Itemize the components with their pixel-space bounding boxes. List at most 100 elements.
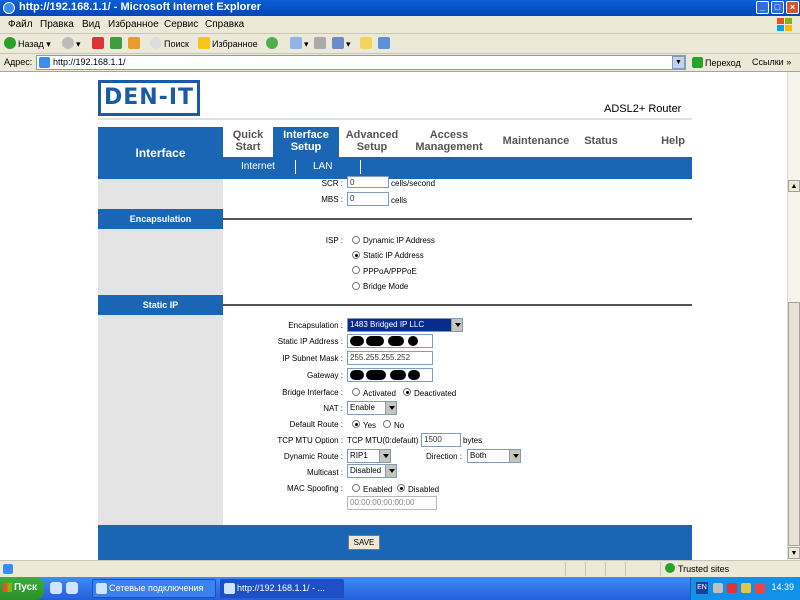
print-button[interactable]	[314, 37, 328, 51]
default-route-no-label: No	[394, 421, 405, 430]
ie-icon	[224, 583, 235, 594]
links-button[interactable]: Ссылки »	[752, 57, 791, 67]
isp-bridge-label: Bridge Mode	[363, 282, 409, 291]
tab-interface-setup[interactable]: Interface Setup	[273, 127, 339, 157]
isp-label: ISP :	[325, 236, 343, 245]
mail-button[interactable]: ▾	[290, 37, 309, 51]
page-viewport: DEN-IT ADSL2+ Router Interface Quick Star…	[0, 72, 787, 560]
back-button[interactable]: Назад ▾	[4, 37, 51, 51]
stop-icon	[92, 37, 104, 49]
tcp-mtu-input[interactable]: 1500	[421, 433, 461, 447]
trusted-sites-icon	[665, 563, 675, 573]
edit-button[interactable]: ▾	[332, 37, 351, 51]
dynamic-route-select[interactable]: RIP1	[347, 449, 391, 463]
scroll-thumb[interactable]	[788, 302, 800, 546]
go-button[interactable]: Переход	[692, 57, 741, 68]
subnet-mask-input[interactable]: 255.255.255.252	[347, 351, 433, 365]
history-button[interactable]	[266, 37, 280, 51]
menu-view[interactable]: Вид	[82, 19, 100, 30]
mbs-input[interactable]: 0	[347, 192, 389, 206]
antivirus-tray-icon[interactable]	[755, 583, 765, 593]
scroll-up-icon[interactable]: ▲	[788, 180, 800, 192]
bridge-interface-label: Bridge Interface :	[282, 388, 343, 397]
go-arrow-icon	[692, 57, 703, 68]
chevron-down-icon	[379, 450, 390, 462]
favorites-button[interactable]: Избранное	[198, 37, 258, 51]
scroll-down-icon[interactable]: ▼	[788, 547, 800, 559]
menu-bar: Файл Правка Вид Избранное Сервис Справка	[0, 16, 800, 34]
address-input[interactable]: http://192.168.1.1/	[36, 55, 686, 70]
mbs-unit: cells	[391, 196, 408, 205]
static-ip-input[interactable]	[347, 334, 433, 348]
bridge-activated-radio[interactable]	[352, 388, 360, 396]
isp-dynamic-radio[interactable]	[352, 236, 360, 244]
mbs-label: MBS :	[321, 195, 343, 204]
network-tray-icon[interactable]	[713, 583, 723, 593]
tab-help[interactable]: Help	[654, 127, 692, 157]
address-dropdown-button[interactable]: ▼	[672, 56, 685, 69]
start-button[interactable]: Пуск	[0, 577, 44, 600]
status-panel-divider	[625, 562, 626, 576]
default-route-no-radio[interactable]	[383, 420, 391, 428]
taskbar-network-connections[interactable]: Сетевые подключения	[92, 579, 216, 598]
bridge-deactivated-radio[interactable]	[403, 388, 411, 396]
menu-file[interactable]: Файл	[8, 19, 33, 30]
quicklaunch-desktop-icon[interactable]	[66, 582, 78, 594]
tcp-mtu-unit: bytes	[463, 436, 483, 445]
tab-quick-start[interactable]: Quick Start	[223, 127, 273, 157]
isp-static-radio[interactable]	[352, 251, 360, 259]
gateway-input[interactable]	[347, 368, 433, 382]
menu-favorites[interactable]: Избранное	[108, 19, 159, 30]
security-tray-icon[interactable]	[741, 583, 751, 593]
isp-bridge-radio[interactable]	[352, 282, 360, 290]
back-arrow-icon	[4, 37, 16, 49]
edit-icon	[332, 37, 344, 49]
stop-button[interactable]	[92, 37, 106, 51]
ie-icon	[3, 2, 15, 14]
mac-address-input[interactable]: 00:00:00:00:00:00	[347, 496, 437, 510]
taskbar-ie-window[interactable]: http://192.168.1.1/ - ...	[220, 579, 344, 598]
print-icon	[314, 37, 326, 49]
tab-status[interactable]: Status	[580, 127, 622, 157]
header-divider	[98, 118, 692, 120]
save-button[interactable]: SAVE	[348, 535, 380, 550]
encapsulation-label: Encapsulation :	[288, 321, 343, 330]
menu-tools[interactable]: Сервис	[164, 19, 198, 30]
status-panel-divider	[660, 562, 661, 576]
tab-maintenance[interactable]: Maintenance	[498, 127, 574, 157]
forward-button[interactable]: ▾	[62, 37, 81, 51]
close-button[interactable]: ×	[786, 1, 799, 14]
redaction-mark	[366, 336, 384, 346]
minimize-button[interactable]: _	[756, 1, 769, 14]
search-button[interactable]: Поиск	[150, 37, 189, 51]
default-route-label: Default Route :	[289, 420, 343, 429]
tab-advanced-setup[interactable]: Advanced Setup	[339, 127, 405, 157]
alert-tray-icon[interactable]	[727, 583, 737, 593]
isp-pppoe-label: PPPoA/PPPoE	[363, 267, 417, 276]
messenger-button[interactable]	[378, 37, 392, 51]
direction-select[interactable]: Both	[467, 449, 521, 463]
maximize-button[interactable]: □	[771, 1, 784, 14]
encapsulation-select[interactable]: 1483 Bridged IP LLC	[347, 318, 463, 332]
isp-pppoe-radio[interactable]	[352, 266, 360, 274]
subtab-lan[interactable]: LAN	[313, 161, 332, 172]
subtab-internet[interactable]: Internet	[241, 161, 275, 172]
language-indicator[interactable]: EN	[696, 582, 708, 594]
address-url: http://192.168.1.1/	[53, 57, 126, 67]
default-route-yes-radio[interactable]	[352, 420, 360, 428]
menu-help[interactable]: Справка	[205, 19, 244, 30]
tab-access-management[interactable]: Access Management	[408, 127, 490, 157]
folder-button[interactable]	[360, 37, 374, 51]
home-button[interactable]	[128, 37, 142, 51]
vertical-scrollbar[interactable]: ▲ ▼	[787, 72, 800, 560]
window-title: http://192.168.1.1/ - Microsoft Internet…	[19, 1, 262, 13]
subnet-mask-label: IP Subnet Mask :	[282, 354, 343, 363]
quicklaunch-ie-icon[interactable]	[50, 582, 62, 594]
scr-input[interactable]: 0	[347, 176, 389, 188]
mac-enabled-radio[interactable]	[352, 484, 360, 492]
refresh-button[interactable]	[110, 37, 124, 51]
nat-select[interactable]: Enable	[347, 401, 397, 415]
mac-disabled-radio[interactable]	[397, 484, 405, 492]
menu-edit[interactable]: Правка	[40, 19, 74, 30]
multicast-select[interactable]: Disabled	[347, 464, 397, 478]
